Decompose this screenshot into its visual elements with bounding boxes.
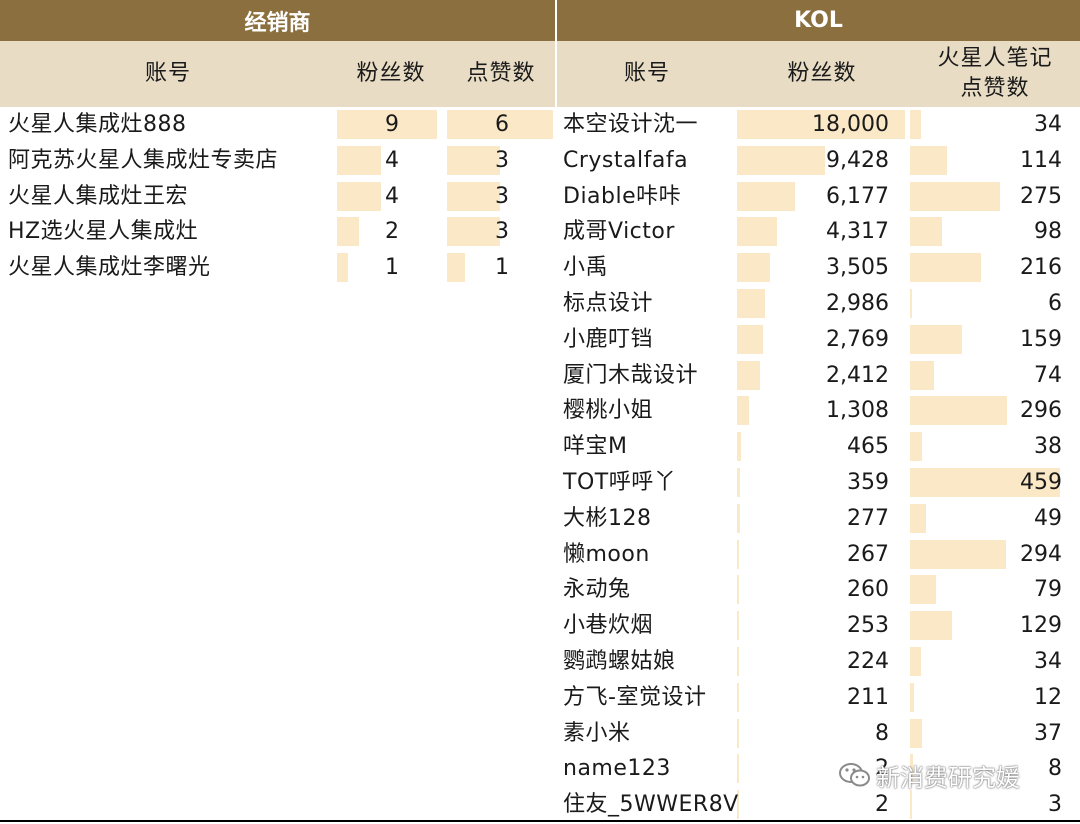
kol-fans-value: 211 <box>847 684 889 710</box>
watermark-text: 新消费研究媛 <box>876 763 1020 792</box>
kol-account-name: 成哥Victor <box>563 219 675 245</box>
kol-fans-value: 2,986 <box>826 291 889 316</box>
kol-account-name: 素小米 <box>563 720 631 746</box>
dealer-likes-value: 6 <box>495 112 509 137</box>
dealer-col-likes-label: 点赞数 <box>466 61 536 86</box>
kol-likes-value: 12 <box>1034 684 1062 710</box>
kol-account-name: 方飞-室觉设计 <box>563 684 707 710</box>
kol-fans-value: 465 <box>847 434 889 460</box>
kol-fans-value: 2,412 <box>826 362 889 388</box>
dealer-col-account: 账号 <box>0 41 336 107</box>
kol-likes-value: 159 <box>1020 326 1062 352</box>
kol-account-name: 永动兔 <box>563 577 631 603</box>
kol-account-name: name123 <box>563 756 671 782</box>
kol-likes-value: 6 <box>1048 291 1062 316</box>
kol-account-name: 厦门木哉设计 <box>563 362 699 388</box>
kol-likes-value: 79 <box>1034 577 1062 603</box>
dealer-col-fans: 粉丝数 <box>336 41 446 107</box>
kol-col-account: 账号 <box>557 41 737 107</box>
kol-fans-value: 277 <box>847 505 889 531</box>
dealer-likes-value: 3 <box>495 219 509 245</box>
kol-account-name: 标点设计 <box>563 291 654 316</box>
kol-likes-value: 296 <box>1020 398 1062 424</box>
kol-likes-value: 459 <box>1020 470 1062 495</box>
kol-account-name: Crystalfafa <box>563 147 689 173</box>
kol-fans-value: 8 <box>875 720 889 746</box>
wechat-icon <box>839 763 870 787</box>
kol-likes-value: 216 <box>1020 255 1062 281</box>
dealer-account-name: HZ选火星人集成灶 <box>8 219 199 245</box>
dealer-col-likes: 点赞数 <box>446 41 556 107</box>
kol-account-name: 住友_5WWER8V <box>563 792 739 818</box>
kol-fans-value: 9,428 <box>826 147 889 173</box>
kol-fans-value: 224 <box>847 649 889 674</box>
kol-col-likes-label-line1: 火星人笔记 <box>937 46 1053 71</box>
dealer-likes-value: 3 <box>495 147 509 173</box>
kol-likes-value: 34 <box>1034 112 1062 137</box>
kol-likes-value: 294 <box>1020 541 1062 567</box>
kol-fans-value: 2,769 <box>826 326 889 352</box>
watermark: 新消费研究媛 <box>838 758 1020 792</box>
kol-col-fans: 粉丝数 <box>737 41 907 107</box>
dealer-section-header: 经销商 <box>0 0 555 41</box>
kol-likes-value: 275 <box>1020 183 1062 209</box>
kol-section-title: KOL <box>794 8 843 33</box>
dealer-fans-value: 4 <box>385 147 399 173</box>
kol-likes-value: 3 <box>1048 792 1062 818</box>
dealer-account-name: 火星人集成灶王宏 <box>8 183 189 209</box>
kol-likes-value: 74 <box>1034 362 1062 388</box>
kol-likes-value: 49 <box>1034 505 1062 531</box>
dealer-fans-value: 9 <box>385 112 399 137</box>
kol-fans-value: 260 <box>847 577 889 603</box>
kol-fans-value: 253 <box>847 613 889 639</box>
dealer-section-title: 经销商 <box>244 10 311 36</box>
kol-account-name: 小鹿叮铛 <box>563 326 654 352</box>
dealer-account-name: 火星人集成灶李曙光 <box>8 255 211 281</box>
dealer-col-fans-label: 粉丝数 <box>356 61 426 86</box>
dealer-likes-value: 3 <box>495 183 509 209</box>
kol-likes-value: 114 <box>1020 147 1062 173</box>
kol-account-name: 鹦鹉螺姑娘 <box>563 649 676 674</box>
kol-likes-value: 98 <box>1034 219 1062 245</box>
kol-account-name: 小禹 <box>563 255 609 281</box>
kol-fans-value: 4,317 <box>826 219 889 245</box>
dealer-likes-value: 1 <box>495 255 509 281</box>
kol-fans-value: 1,308 <box>826 398 889 424</box>
kol-likes-value: 129 <box>1020 613 1062 639</box>
kol-likes-value: 34 <box>1034 649 1062 674</box>
kol-col-likes-label-line2: 点赞数 <box>960 76 1030 101</box>
kol-account-name: TOT呼呼丫 <box>563 470 677 495</box>
kol-account-name: 樱桃小姐 <box>563 398 654 424</box>
dealer-fans-value: 4 <box>385 183 399 209</box>
kol-likes-value: 38 <box>1034 434 1062 460</box>
dealer-account-name: 火星人集成灶888 <box>8 112 187 137</box>
kol-fans-value: 2 <box>875 792 889 818</box>
kol-fans-value: 6,177 <box>826 183 889 209</box>
kol-account-name: 小巷炊烟 <box>563 613 654 639</box>
dealer-account-name: 阿克苏火星人集成灶专卖店 <box>8 147 279 173</box>
dealer-col-account-label: 账号 <box>144 61 191 86</box>
kol-fans-value: 18,000 <box>812 112 889 137</box>
kol-section-header: KOL <box>557 0 1080 41</box>
dealer-fans-value: 2 <box>385 219 399 245</box>
table-bottom-border <box>0 820 1080 822</box>
kol-col-likes: 火星人笔记 点赞数 <box>910 41 1080 107</box>
kol-account-name: 大彬128 <box>563 505 652 531</box>
dealer-fans-value: 1 <box>385 255 399 281</box>
kol-likes-value: 37 <box>1034 720 1062 746</box>
kol-fans-value: 3,505 <box>826 255 889 281</box>
kol-fans-value: 267 <box>847 541 889 567</box>
kol-account-name: 咩宝M <box>563 434 628 460</box>
kol-fans-value: 359 <box>847 470 889 495</box>
kol-col-fans-label: 粉丝数 <box>787 61 857 86</box>
kol-account-name: 懒moon <box>563 541 650 567</box>
kol-account-name: Diable咔咔 <box>563 183 682 209</box>
kol-account-name: 本空设计沈一 <box>563 112 699 137</box>
kol-col-account-label: 账号 <box>623 61 670 86</box>
